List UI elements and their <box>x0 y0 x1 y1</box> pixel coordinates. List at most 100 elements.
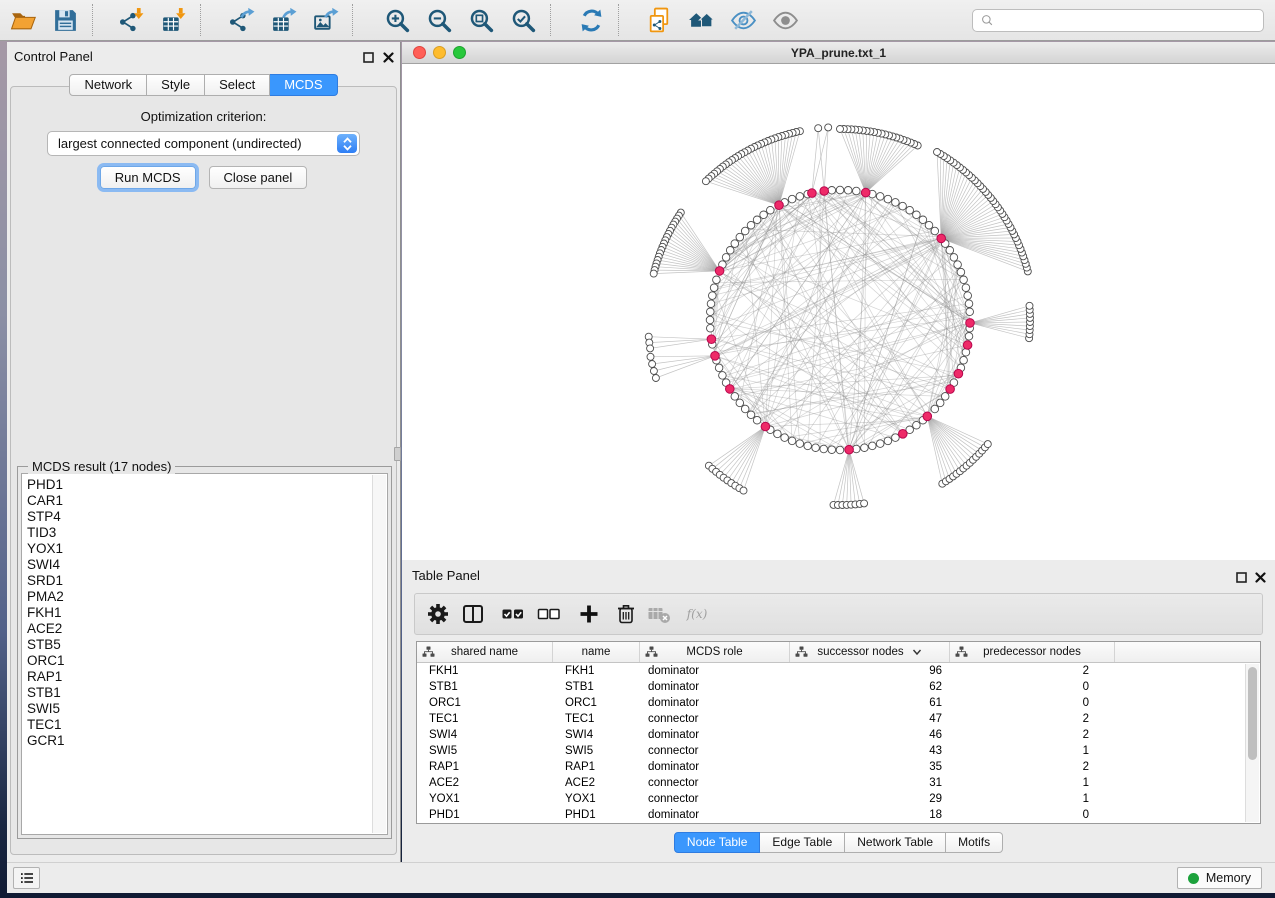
mcds-result-item[interactable]: STB5 <box>22 637 373 653</box>
mcds-result-item[interactable]: TID3 <box>22 525 373 541</box>
mcds-result-item[interactable]: FKH1 <box>22 605 373 621</box>
result-scrollbar[interactable] <box>372 475 386 833</box>
import-network-button[interactable] <box>110 5 152 35</box>
cell-mcds-role: connector <box>640 793 790 805</box>
network-canvas[interactable] <box>402 64 1275 560</box>
mcds-result-list[interactable]: PHD1CAR1STP4TID3YOX1SWI4SRD1PMA2FKH1ACE2… <box>21 473 388 835</box>
settings-gear-button[interactable] <box>426 602 450 626</box>
search-box[interactable] <box>972 9 1264 32</box>
select-all-button[interactable] <box>501 602 525 626</box>
add-column-button[interactable] <box>577 602 601 626</box>
table-row[interactable]: STB1STB1dominator620 <box>417 679 1260 695</box>
search-input[interactable] <box>996 9 1263 32</box>
export-table-button[interactable] <box>262 5 304 35</box>
mcds-result-item[interactable]: RAP1 <box>22 669 373 685</box>
panel-menu-button[interactable] <box>13 867 40 889</box>
tab-network[interactable]: Network <box>69 74 147 96</box>
column-header-mcds-role[interactable]: MCDS role <box>640 642 790 662</box>
table-row[interactable]: ORC1ORC1dominator610 <box>417 695 1260 711</box>
import-table-button[interactable] <box>152 5 194 35</box>
table-tab-motifs[interactable]: Motifs <box>946 832 1003 853</box>
export-table-icon <box>270 7 297 34</box>
clone-network-button[interactable] <box>638 5 680 35</box>
table-row[interactable]: FKH1FKH1dominator962 <box>417 663 1260 679</box>
table-row[interactable]: RAP1RAP1dominator352 <box>417 759 1260 775</box>
mcds-result-item[interactable]: CAR1 <box>22 493 373 509</box>
optimization-select[interactable]: largest connected component (undirected) <box>47 131 360 156</box>
table-tab-edge-table[interactable]: Edge Table <box>760 832 845 853</box>
cell-successor-nodes: 43 <box>790 745 950 757</box>
column-header-successor-nodes[interactable]: successor nodes <box>790 642 950 662</box>
tab-mcds[interactable]: MCDS <box>270 74 337 96</box>
network-graph[interactable] <box>402 64 1275 560</box>
column-header-predecessor-nodes[interactable]: predecessor nodes <box>950 642 1115 662</box>
mcds-result-item[interactable]: ORC1 <box>22 653 373 669</box>
save-button[interactable] <box>44 5 86 35</box>
import-network-icon <box>118 7 145 34</box>
run-mcds-button[interactable]: Run MCDS <box>100 166 196 189</box>
tab-select[interactable]: Select <box>205 74 270 96</box>
table-scrollbar[interactable] <box>1245 664 1259 822</box>
zoom-out-button[interactable] <box>418 5 460 35</box>
zoom-selected-button[interactable] <box>502 5 544 35</box>
table-row[interactable]: TEC1TEC1connector472 <box>417 711 1260 727</box>
first-neighbors-button[interactable] <box>680 5 722 35</box>
table-row[interactable]: SWI4SWI4dominator462 <box>417 727 1260 743</box>
close-table-panel-icon[interactable] <box>1254 571 1267 584</box>
memory-label: Memory <box>1206 871 1251 885</box>
column-header-name[interactable]: name <box>553 642 640 662</box>
float-table-panel-icon[interactable] <box>1235 571 1248 584</box>
open-folder-button[interactable] <box>2 5 44 35</box>
float-panel-icon[interactable] <box>362 51 375 64</box>
mcds-result-item[interactable]: STB1 <box>22 685 373 701</box>
cell-mcds-role: dominator <box>640 809 790 821</box>
mcds-result-item[interactable]: TEC1 <box>22 717 373 733</box>
export-image-button[interactable] <box>304 5 346 35</box>
deselect-all-button[interactable] <box>537 602 561 626</box>
split-columns-button[interactable] <box>461 602 485 626</box>
application-window: Control Panel NetworkStyleSelectMCDS Opt… <box>0 0 1275 898</box>
memory-button[interactable]: Memory <box>1177 867 1262 889</box>
delete-column-button[interactable] <box>614 602 638 626</box>
show-detail-button[interactable] <box>764 5 806 35</box>
cell-successor-nodes: 31 <box>790 777 950 789</box>
export-network-button[interactable] <box>220 5 262 35</box>
tab-style[interactable]: Style <box>147 74 205 96</box>
settings-gear-icon <box>426 602 450 626</box>
mcds-result-item[interactable]: PHD1 <box>22 477 373 493</box>
table-scrollbar-thumb[interactable] <box>1248 667 1257 760</box>
column-header-shared-name[interactable]: shared name <box>417 642 553 662</box>
clone-network-icon <box>646 7 673 34</box>
mcds-result-item[interactable]: SRD1 <box>22 573 373 589</box>
cell-predecessor-nodes: 2 <box>950 713 1115 725</box>
refresh-button[interactable] <box>570 5 612 35</box>
zoom-fit-icon <box>468 7 495 34</box>
mcds-result-item[interactable]: STP4 <box>22 509 373 525</box>
mcds-result-item[interactable]: ACE2 <box>22 621 373 637</box>
delete-table-button <box>647 602 671 626</box>
cell-successor-nodes: 35 <box>790 761 950 773</box>
table-tab-node-table[interactable]: Node Table <box>674 832 761 853</box>
table-row[interactable]: PHD1PHD1dominator180 <box>417 807 1260 823</box>
table-tab-network-table[interactable]: Network Table <box>845 832 946 853</box>
table-row[interactable]: YOX1YOX1connector291 <box>417 791 1260 807</box>
zoom-fit-button[interactable] <box>460 5 502 35</box>
mcds-result-item[interactable]: YOX1 <box>22 541 373 557</box>
table-row[interactable]: SWI5SWI5connector431 <box>417 743 1260 759</box>
zoom-in-button[interactable] <box>376 5 418 35</box>
mcds-result-item[interactable]: SWI5 <box>22 701 373 717</box>
splitter-grip[interactable] <box>394 447 401 461</box>
mcds-result-item[interactable]: SWI4 <box>22 557 373 573</box>
hide-detail-button[interactable] <box>722 5 764 35</box>
chevron-down-icon[interactable] <box>912 648 922 656</box>
show-detail-icon <box>772 7 799 34</box>
mcds-result-item[interactable]: PMA2 <box>22 589 373 605</box>
cell-mcds-role: dominator <box>640 665 790 677</box>
open-folder-icon <box>10 7 37 34</box>
function-builder-icon: f(x) <box>686 602 710 626</box>
table-row[interactable]: ACE2ACE2connector311 <box>417 775 1260 791</box>
close-panel-icon[interactable] <box>382 51 395 64</box>
mcds-result-item[interactable]: GCR1 <box>22 733 373 749</box>
cell-name: YOX1 <box>553 793 640 805</box>
close-panel-button[interactable]: Close panel <box>209 166 308 189</box>
